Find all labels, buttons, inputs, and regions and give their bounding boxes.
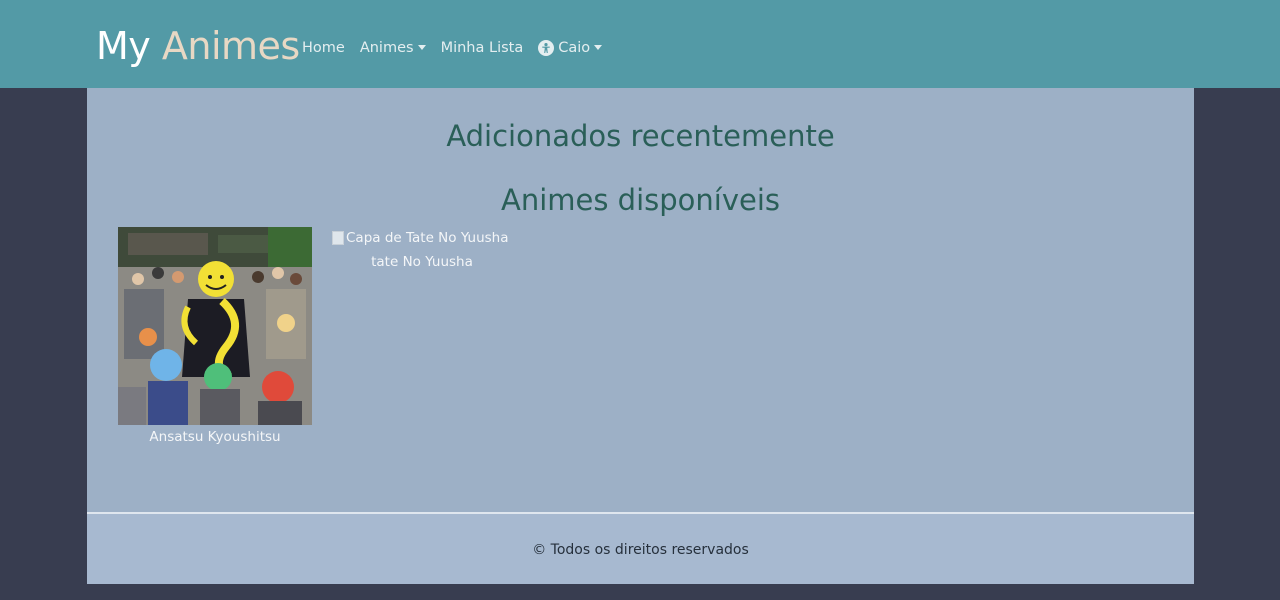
- nav-minha-lista-link[interactable]: Minha Lista: [441, 38, 524, 58]
- nav-minha-lista-label: Minha Lista: [440, 40, 524, 56]
- anime-card[interactable]: Capa de Tate No Yuusha tate No Yuusha: [332, 228, 512, 272]
- available-section-title: Animes disponíveis: [500, 183, 781, 217]
- navbar: My Animes Home Animes Minha Lista Caio: [0, 0, 1280, 88]
- anime-card[interactable]: Ansatsu Kyoushitsu: [118, 227, 312, 447]
- anime-cover-image-broken[interactable]: Capa de Tate No Yuusha: [332, 228, 512, 248]
- anime-title[interactable]: tate No Yuusha: [332, 252, 512, 272]
- nav-home-label: Home: [302, 40, 345, 56]
- user-dropdown[interactable]: Caio: [538, 38, 603, 58]
- brand-part1: My: [96, 24, 151, 68]
- caret-down-icon: [417, 44, 426, 50]
- footer: © Todos os direitos reservados: [87, 512, 1194, 584]
- user-circle-icon: [538, 40, 555, 56]
- nav-menu: Home Animes Minha Lista Caio: [302, 38, 617, 58]
- anime-cover-alt-text: Capa de Tate No Yuusha: [346, 230, 509, 246]
- nav-animes-dropdown[interactable]: Animes: [360, 38, 426, 58]
- brand-logo[interactable]: My Animes: [96, 22, 300, 70]
- user-label: Caio: [558, 40, 591, 56]
- nav-animes-label: Animes: [359, 40, 414, 56]
- recent-section-title: Adicionados recentemente: [446, 119, 835, 153]
- main-content: Adicionados recentemente Animes disponív…: [87, 88, 1194, 512]
- anime-cover-image[interactable]: [118, 227, 312, 425]
- nav-home-link[interactable]: Home: [302, 38, 345, 58]
- footer-copyright: © Todos os direitos reservados: [532, 542, 749, 558]
- caret-down-icon: [594, 44, 603, 50]
- brand-part2: Animes: [161, 24, 300, 68]
- broken-image-icon: [332, 231, 344, 245]
- anime-title[interactable]: Ansatsu Kyoushitsu: [118, 427, 312, 447]
